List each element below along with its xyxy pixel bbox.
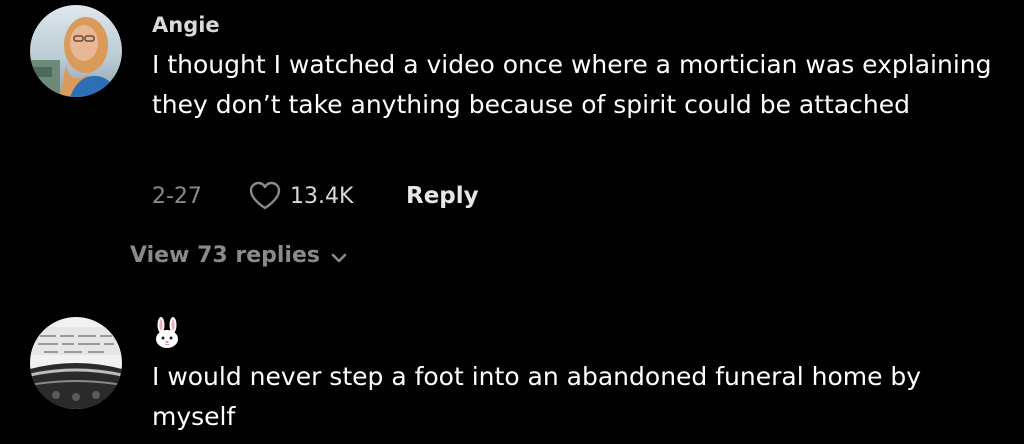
comment-username[interactable]: Angie — [152, 10, 220, 40]
person-photo-avatar-icon — [30, 5, 122, 97]
comment-text: I would never step a foot into an abando… — [152, 362, 922, 431]
rabbit-face-icon — [156, 317, 178, 348]
comment-text: I thought I watched a video once where a… — [152, 50, 992, 119]
comment-item: Angie I thought I watched a video once w… — [0, 0, 1024, 268]
typewriter-photo-avatar-icon — [30, 317, 122, 409]
comment-item: 🐰 I would never step a foot into an aban… — [0, 300, 1024, 444]
like-button[interactable]: 13.4K — [248, 180, 406, 212]
comment-actions: 2-27 13.4K Reply — [152, 178, 479, 214]
reply-button[interactable]: Reply — [406, 183, 479, 209]
chevron-down-icon — [331, 253, 347, 262]
comment-username[interactable]: 🐰 — [152, 317, 182, 349]
avatar[interactable] — [30, 317, 122, 409]
comment-date: 2-27 — [152, 183, 202, 209]
heart-icon[interactable] — [248, 180, 282, 212]
view-replies-button[interactable]: View 73 replies — [130, 243, 348, 268]
avatar[interactable] — [30, 5, 122, 97]
like-count: 13.4K — [290, 183, 354, 209]
view-replies-label: View 73 replies — [130, 243, 320, 268]
